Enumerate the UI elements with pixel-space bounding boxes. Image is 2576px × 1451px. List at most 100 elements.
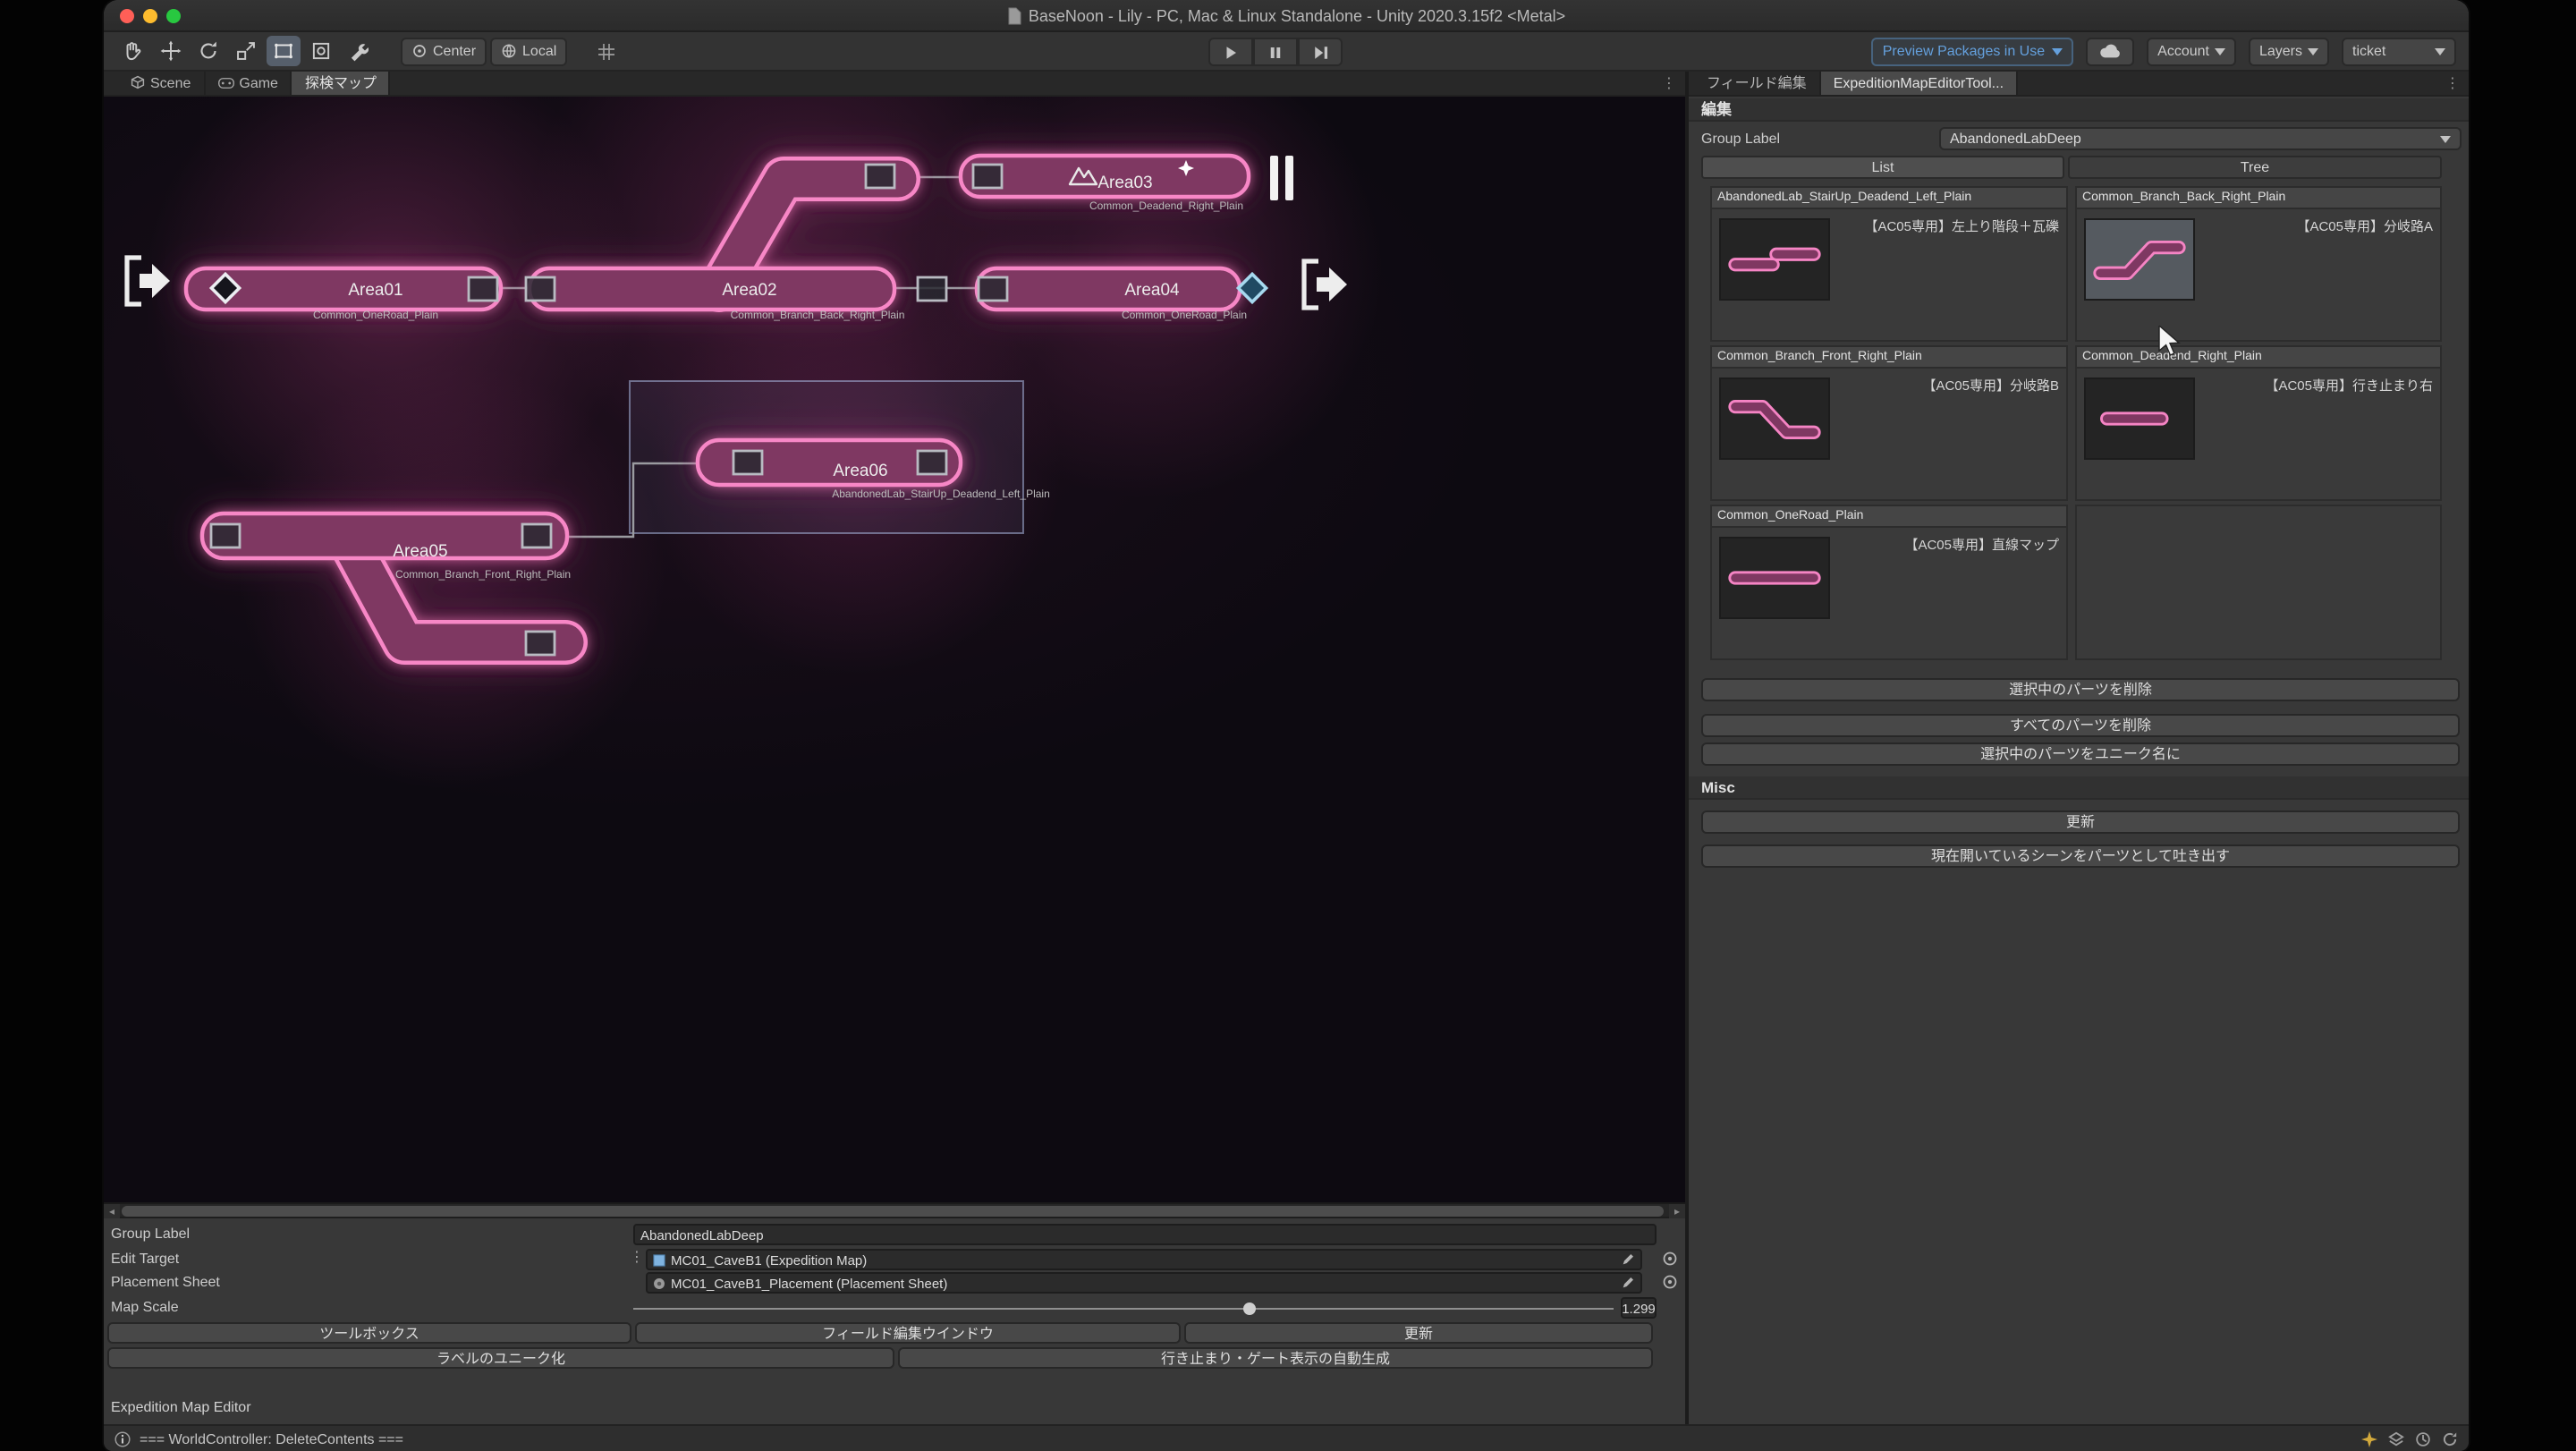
layers-dropdown[interactable]: Layers <box>2249 37 2329 65</box>
connection-square[interactable] <box>526 632 555 655</box>
move-tool-button[interactable] <box>154 36 188 66</box>
preview-packages-dropdown[interactable]: Preview Packages in Use <box>1872 37 2073 65</box>
connection-square[interactable] <box>918 451 946 474</box>
scroll-right-icon[interactable]: ▸ <box>1669 1204 1685 1218</box>
titlebar[interactable]: BaseNoon - Lily - PC, Mac & Linux Standa… <box>104 0 2469 32</box>
part-thumbnail[interactable] <box>2084 218 2195 301</box>
part-thumbnail[interactable] <box>1719 218 1830 301</box>
tab-expedition-map[interactable]: 探検マップ <box>292 72 391 95</box>
map-scale-value-field[interactable]: 1.299 <box>1621 1297 1657 1319</box>
part-cell-branch-front-right[interactable]: Common_Branch_Front_Right_Plain 【AC05専用】… <box>1710 345 2068 501</box>
rotate-tool-button[interactable] <box>191 36 225 66</box>
placement-sheet-value: MC01_CaveB1_Placement (Placement Sheet) <box>671 1275 947 1291</box>
custom-tool-button[interactable] <box>342 36 376 66</box>
grid-snap-button[interactable] <box>589 36 623 66</box>
pivot-icon <box>411 43 428 59</box>
move-icon <box>159 39 182 63</box>
pencil-icon[interactable] <box>1621 1252 1635 1267</box>
object-picker-icon[interactable] <box>1662 1251 1678 1267</box>
chevron-down-icon <box>2308 47 2318 55</box>
part-cell-stairup-deadend-left[interactable]: AbandonedLab_StairUp_Deadend_Left_Plain … <box>1710 186 2068 342</box>
unique-labels-button[interactable]: ラベルのユニーク化 <box>107 1347 894 1369</box>
pivot-center-button[interactable]: Center <box>401 37 487 65</box>
group-label-dropdown[interactable]: AbandonedLabDeep <box>1939 127 2462 150</box>
cloud-icon <box>2098 43 2122 59</box>
scene-viewport[interactable]: Area01 Common_OneRoad_Plain Area02 Commo… <box>104 97 1685 1204</box>
layers-status-icon[interactable] <box>2388 1430 2404 1447</box>
tab-expedition-map-label: 探検マップ <box>305 72 377 92</box>
group-label-field[interactable]: AbandonedLabDeep <box>633 1224 1657 1245</box>
gate-diamond-icon[interactable] <box>1238 274 1266 301</box>
connection-square[interactable] <box>973 165 1002 188</box>
play-button[interactable] <box>1208 38 1253 66</box>
tab-expedition-map-editor-tool[interactable]: ExpeditionMapEditorTool... <box>1821 72 2018 95</box>
connection-square[interactable] <box>211 524 240 547</box>
delete-selected-parts-button[interactable]: 選択中のパーツを削除 <box>1701 678 2460 701</box>
road-area02[interactable] <box>530 268 894 310</box>
part-cell-deadend-right[interactable]: Common_Deadend_Right_Plain 【AC05専用】行き止まり… <box>2075 345 2442 501</box>
part-cell-oneroad[interactable]: Common_OneRoad_Plain 【AC05専用】直線マップ <box>1710 505 2068 660</box>
scene-icon <box>131 75 145 89</box>
part-thumbnail[interactable] <box>1719 378 1830 460</box>
account-dropdown[interactable]: Account <box>2147 37 2236 65</box>
connection-square[interactable] <box>733 451 762 474</box>
connection-square[interactable] <box>469 277 497 301</box>
object-picker-icon[interactable] <box>1662 1274 1678 1290</box>
orientation-local-button[interactable]: Local <box>490 37 567 65</box>
cloud-button[interactable] <box>2086 37 2134 65</box>
connection-square[interactable] <box>918 277 946 301</box>
status-bar[interactable]: === WorldController: DeleteContents === <box>104 1424 2469 1451</box>
scroll-left-icon[interactable]: ◂ <box>104 1204 120 1218</box>
part-cell-branch-back-right[interactable]: Common_Branch_Back_Right_Plain 【AC05専用】分… <box>2075 186 2442 342</box>
pencil-icon[interactable] <box>1621 1276 1635 1290</box>
map-scale-slider-track[interactable] <box>633 1308 1614 1310</box>
connection-square[interactable] <box>522 524 551 547</box>
part-thumbnail[interactable] <box>1719 537 1830 619</box>
hand-tool-button[interactable] <box>116 36 150 66</box>
layout-dropdown[interactable]: ticket <box>2342 37 2456 65</box>
pane-menu-icon[interactable]: ⋮ <box>1660 75 1678 91</box>
exit-left-icon[interactable] <box>127 258 170 304</box>
kebab-menu-icon[interactable]: ⋮ <box>630 1249 644 1265</box>
zoom-window-icon[interactable] <box>166 9 181 23</box>
tree-tab-button[interactable]: Tree <box>2068 156 2442 179</box>
tab-game[interactable]: Game <box>205 72 292 95</box>
road-area05[interactable] <box>202 513 567 558</box>
scrollbar-thumb[interactable] <box>122 1206 1664 1217</box>
delete-all-parts-button[interactable]: すべてのパーツを削除 <box>1701 714 2460 737</box>
refresh-status-icon[interactable] <box>2442 1430 2458 1447</box>
tab-scene[interactable]: Scene <box>118 72 205 95</box>
refresh-button[interactable]: 更新 <box>1701 810 2460 834</box>
connection-square[interactable] <box>979 277 1007 301</box>
road-area04[interactable] <box>977 268 1240 310</box>
transform-tool-button[interactable] <box>304 36 338 66</box>
pane-menu-icon[interactable]: ⋮ <box>2444 75 2462 91</box>
scale-tool-button[interactable] <box>229 36 263 66</box>
connection-square[interactable] <box>866 165 894 188</box>
make-unique-name-button[interactable]: 選択中のパーツをユニーク名に <box>1701 742 2460 766</box>
rect-tool-button[interactable] <box>267 36 301 66</box>
field-edit-window-button[interactable]: フィールド編集ウインドウ <box>635 1322 1181 1344</box>
update-button[interactable]: 更新 <box>1184 1322 1653 1344</box>
step-button[interactable] <box>1298 38 1343 66</box>
export-scene-as-part-button[interactable]: 現在開いているシーンをパーツとして吐き出す <box>1701 844 2460 868</box>
exit-right-icon[interactable] <box>1304 261 1347 308</box>
console-message[interactable]: === WorldController: DeleteContents === <box>140 1430 403 1447</box>
map-scale-value: 1.299 <box>1622 1300 1656 1316</box>
edit-target-object-field[interactable]: MC01_CaveB1 (Expedition Map) <box>646 1249 1642 1270</box>
minimize-window-icon[interactable] <box>143 9 157 23</box>
autogen-gates-button[interactable]: 行き止まり・ゲート表示の自動生成 <box>898 1347 1653 1369</box>
pause-marker-icon[interactable] <box>1270 156 1293 200</box>
close-window-icon[interactable] <box>120 9 134 23</box>
placement-sheet-object-field[interactable]: MC01_CaveB1_Placement (Placement Sheet) <box>646 1272 1642 1294</box>
map-scale-slider-thumb[interactable] <box>1243 1303 1256 1315</box>
activity-icon[interactable] <box>2415 1430 2431 1447</box>
connection-square[interactable] <box>526 277 555 301</box>
part-thumbnail[interactable] <box>2084 378 2195 460</box>
toolbox-button[interactable]: ツールボックス <box>107 1322 631 1344</box>
list-tab-button[interactable]: List <box>1701 156 2064 179</box>
tab-field-edit[interactable]: フィールド編集 <box>1694 72 1821 95</box>
bake-icon[interactable] <box>2361 1430 2377 1447</box>
horizontal-scrollbar[interactable]: ◂ ▸ <box>104 1204 1685 1218</box>
pause-button[interactable] <box>1253 38 1298 66</box>
